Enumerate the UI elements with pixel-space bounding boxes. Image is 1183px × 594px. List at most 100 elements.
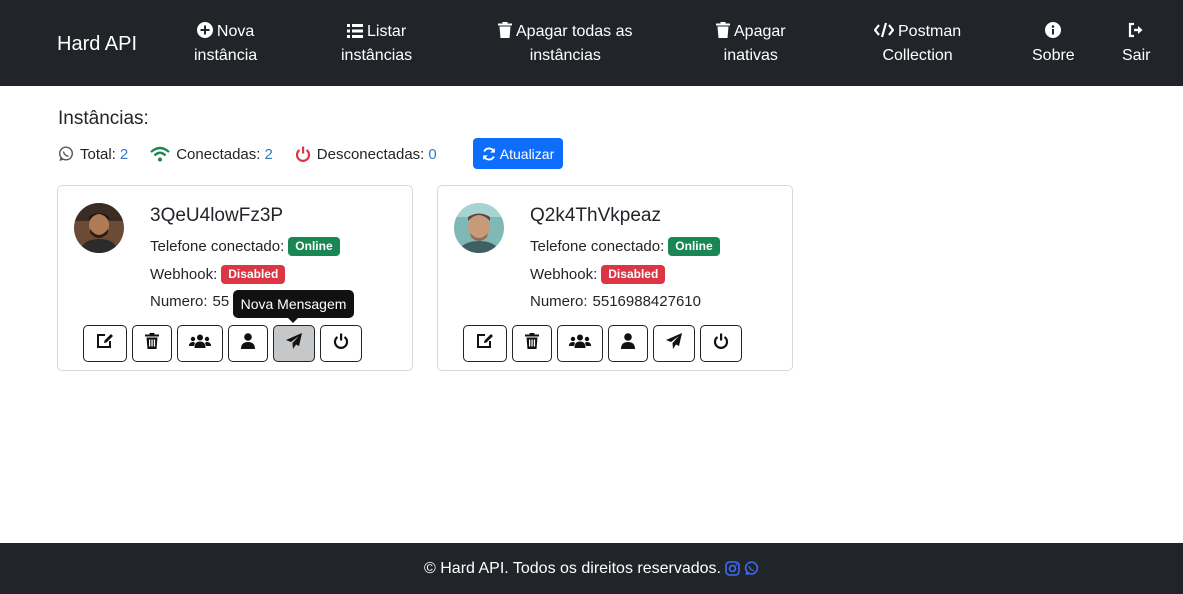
phone-status-line: Telefone conectado: Online: [150, 237, 340, 256]
stats-bar: Total: 2 Conectadas: 2 Desconectadas: 0: [58, 138, 449, 170]
nav-label: Listar: [367, 23, 407, 40]
navbar: Hard API Nova instância Listar instância…: [0, 0, 1183, 86]
nav-label: Collection: [882, 47, 953, 64]
disconnect-button[interactable]: [700, 325, 742, 362]
card-actions: [83, 325, 367, 362]
brand[interactable]: Hard API: [57, 33, 137, 56]
refresh-label: Atualizar: [499, 145, 555, 162]
trash-icon: [145, 333, 159, 354]
nav-label: Apagar todas as: [516, 23, 633, 40]
tooltip: Nova Mensagem: [233, 290, 354, 323]
list-icon: [347, 24, 364, 38]
edit-button[interactable]: [83, 325, 127, 362]
plus-circle-icon: [196, 22, 213, 38]
tooltip-text: Nova Mensagem: [240, 296, 347, 312]
refresh-icon: [482, 147, 496, 161]
status-badge: Online: [668, 237, 720, 256]
number-label: Numero:: [530, 293, 588, 310]
whatsapp-icon[interactable]: [744, 561, 759, 576]
stat-disconnected: Desconectadas: 0: [295, 146, 437, 163]
power-icon: [295, 146, 311, 162]
delete-button[interactable]: [132, 325, 172, 362]
phone-label: Telefone conectado:: [530, 238, 665, 255]
instance-name: Q2k4ThVkpeaz: [530, 205, 661, 226]
whatsapp-icon: [58, 146, 74, 162]
nav-sair[interactable]: Sair: [1122, 20, 1150, 68]
page-title: Instâncias:: [58, 108, 149, 129]
edit-button[interactable]: [463, 325, 507, 362]
stat-total-value: 2: [119, 145, 129, 163]
edit-icon: [476, 333, 494, 354]
nav-nova-instancia[interactable]: Nova instância: [194, 20, 257, 68]
paper-plane-icon: [285, 332, 303, 355]
stat-disconnected-value: 0: [428, 145, 437, 163]
stat-total: Total: 2: [58, 146, 128, 163]
info-icon: [1045, 22, 1062, 38]
nav-postman-collection[interactable]: Postman Collection: [874, 20, 961, 68]
nav-label: inativas: [723, 47, 778, 64]
instagram-icon[interactable]: [725, 561, 740, 576]
nav-label: Nova: [216, 23, 255, 40]
number-value: 5516988427610: [592, 293, 701, 310]
webhook-badge: Disabled: [601, 265, 666, 284]
groups-button[interactable]: [177, 325, 223, 362]
power-icon: [333, 333, 349, 354]
avatar: [454, 203, 504, 253]
edit-icon: [96, 333, 114, 354]
trash-icon: [716, 22, 730, 38]
webhook-badge: Disabled: [221, 265, 286, 284]
webhook-label: Webhook:: [150, 266, 218, 283]
send-message-button[interactable]: [273, 325, 315, 362]
refresh-button[interactable]: Atualizar: [473, 138, 563, 169]
trash-icon: [498, 22, 512, 38]
stat-total-label: Total:: [80, 145, 116, 163]
nav-label: Postman: [898, 23, 962, 40]
instance-name: 3QeU4lowFz3P: [150, 205, 284, 226]
trash-icon: [525, 333, 539, 354]
tooltip-arrow: [288, 318, 298, 323]
delete-button[interactable]: [512, 325, 552, 362]
user-icon: [621, 333, 635, 354]
number-line: Numero: 55: [150, 293, 229, 310]
contact-button[interactable]: [608, 325, 648, 362]
nav-sobre[interactable]: Sobre: [1032, 20, 1075, 68]
number-label: Numero:: [150, 293, 208, 310]
wifi-icon: [150, 146, 170, 162]
code-icon: [874, 22, 894, 38]
disconnect-button[interactable]: [320, 325, 362, 362]
contact-button[interactable]: [228, 325, 268, 362]
user-icon: [241, 333, 255, 354]
stat-connected: Conectadas: 2: [150, 146, 273, 163]
paper-plane-icon: [665, 332, 683, 355]
avatar: [74, 203, 124, 253]
number-value: 55: [212, 293, 230, 310]
nav-label: Sair: [1122, 47, 1151, 64]
card-actions: [463, 325, 747, 362]
phone-label: Telefone conectado:: [150, 238, 285, 255]
footer: © Hard API. Todos os direitos reservados…: [0, 543, 1183, 594]
instance-card: 3QeU4lowFz3P Telefone conectado: Online …: [57, 185, 413, 371]
send-message-button[interactable]: [653, 325, 695, 362]
nav-apagar-todas[interactable]: Apagar todas as instâncias: [498, 20, 633, 68]
webhook-status-line: Webhook: Disabled: [150, 265, 286, 284]
number-line: Numero: 5516988427610: [530, 293, 701, 310]
stat-connected-value: 2: [264, 145, 273, 163]
stat-disconnected-label: Desconectadas:: [316, 145, 425, 163]
nav-label: instâncias: [529, 47, 601, 64]
nav-label: Sobre: [1032, 47, 1075, 64]
power-icon: [713, 333, 729, 354]
users-icon: [569, 334, 591, 353]
stat-connected-label: Conectadas:: [176, 145, 261, 163]
nav-listar-instancias[interactable]: Listar instâncias: [341, 20, 412, 68]
groups-button[interactable]: [557, 325, 603, 362]
nav-apagar-inativas[interactable]: Apagar inativas: [716, 20, 786, 68]
status-badge: Online: [288, 237, 340, 256]
phone-status-line: Telefone conectado: Online: [530, 237, 720, 256]
users-icon: [189, 334, 211, 353]
sign-out-icon: [1128, 22, 1144, 38]
nav-label: Apagar: [734, 23, 786, 40]
footer-text: © Hard API. Todos os direitos reservados…: [424, 559, 721, 577]
nav-label: instâncias: [341, 47, 413, 64]
webhook-status-line: Webhook: Disabled: [530, 265, 666, 284]
nav-label: instância: [194, 47, 258, 64]
